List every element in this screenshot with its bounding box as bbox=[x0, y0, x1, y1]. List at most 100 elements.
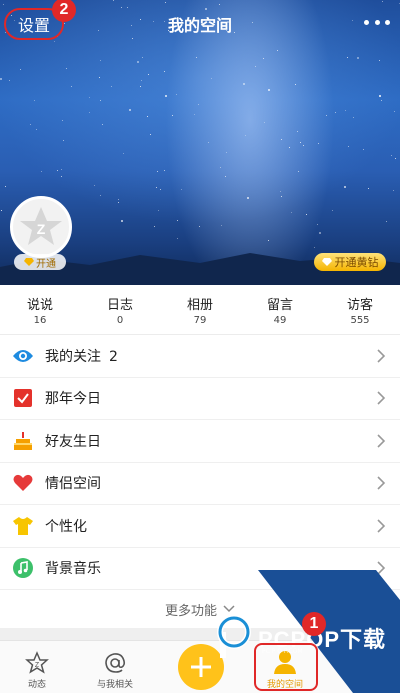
tab-label: 动态 bbox=[27, 680, 46, 690]
star-dot bbox=[347, 57, 348, 58]
tab-related-to-me[interactable]: 与我相关 bbox=[80, 641, 150, 693]
menu-item-friend-birthdays[interactable]: 好友生日 bbox=[0, 420, 400, 463]
dot-icon bbox=[374, 19, 380, 25]
star-dot bbox=[121, 220, 123, 222]
star-dot bbox=[326, 115, 327, 116]
star-dot bbox=[255, 66, 256, 67]
star-dot bbox=[111, 86, 112, 87]
open-vip-button[interactable]: 开通 bbox=[14, 254, 66, 270]
star-dot bbox=[243, 83, 245, 85]
star-dot bbox=[303, 145, 304, 146]
star-dot bbox=[177, 238, 178, 239]
avatar[interactable]: Z bbox=[10, 196, 72, 258]
stat-value: 555 bbox=[350, 314, 370, 326]
stat-messages[interactable]: 留言 49 bbox=[248, 294, 312, 326]
star-dot bbox=[368, 188, 369, 189]
more-features-label: 更多功能 bbox=[164, 603, 217, 619]
star-dot bbox=[158, 210, 159, 211]
star-dot bbox=[102, 124, 103, 125]
star-dot bbox=[291, 212, 292, 213]
star-dot bbox=[57, 170, 58, 171]
star-dot bbox=[123, 153, 124, 154]
star-dot bbox=[379, 60, 380, 61]
star-dot bbox=[113, 0, 114, 1]
star-dot bbox=[395, 158, 396, 159]
star-dot bbox=[297, 131, 298, 132]
star-dot bbox=[264, 122, 265, 123]
chevron-right-icon bbox=[377, 519, 386, 533]
stat-blog[interactable]: 日志 0 bbox=[88, 294, 152, 326]
open-vip-label: 开通 bbox=[36, 258, 56, 270]
open-yellow-diamond-button[interactable]: 开通黄钻 bbox=[314, 253, 386, 271]
star-dot bbox=[357, 57, 359, 59]
star-dot bbox=[157, 171, 158, 172]
star-dot bbox=[281, 196, 282, 197]
menu-item-label: 好友生日 bbox=[45, 433, 101, 450]
star-dot bbox=[141, 80, 142, 81]
menu-item-following[interactable]: 我的关注 2 bbox=[0, 335, 400, 378]
star-dot bbox=[176, 94, 177, 95]
star-dot bbox=[66, 68, 67, 69]
stat-value: 16 bbox=[33, 314, 47, 326]
highlight-frame bbox=[254, 643, 318, 691]
star-dot bbox=[386, 221, 387, 222]
stat-album[interactable]: 相册 79 bbox=[168, 294, 232, 326]
dot-icon bbox=[385, 19, 390, 25]
stat-visitors[interactable]: 访客 555 bbox=[328, 294, 392, 326]
menu-item-couple-space[interactable]: 情侣空间 bbox=[0, 462, 400, 505]
star-dot bbox=[30, 124, 31, 125]
star-dot bbox=[211, 78, 212, 79]
star-dot bbox=[9, 80, 10, 81]
menu-item-on-this-day[interactable]: 那年今日 bbox=[0, 377, 400, 420]
star-dot bbox=[129, 109, 131, 111]
star-dot bbox=[142, 57, 143, 58]
at-sign-icon bbox=[105, 653, 126, 673]
star-dot bbox=[100, 60, 101, 61]
star-dot bbox=[99, 77, 100, 78]
star-dot bbox=[381, 100, 382, 101]
svg-text:Z: Z bbox=[35, 662, 40, 669]
star-dot bbox=[268, 240, 269, 241]
star-dot bbox=[0, 78, 2, 80]
star-dot bbox=[194, 114, 195, 115]
star-dot bbox=[181, 189, 182, 190]
star-dot bbox=[245, 135, 246, 136]
star-dot bbox=[156, 187, 157, 188]
star-dot bbox=[148, 74, 149, 75]
star-dot bbox=[89, 112, 90, 113]
star-dot bbox=[140, 86, 141, 87]
star-dot bbox=[61, 176, 62, 177]
star-dot bbox=[94, 185, 95, 186]
star-dot bbox=[332, 210, 333, 211]
open-yellow-label: 开通黄钻 bbox=[334, 256, 379, 269]
star-dot bbox=[1, 210, 2, 211]
star-dot bbox=[277, 50, 278, 51]
star-dot bbox=[208, 142, 209, 143]
chevron-down-icon bbox=[223, 605, 235, 613]
stat-shuoshuo[interactable]: 说说 16 bbox=[8, 294, 72, 326]
star-dot bbox=[225, 176, 226, 177]
tab-dynamic[interactable]: Z 动态 bbox=[2, 641, 72, 693]
star-dot bbox=[118, 199, 119, 200]
stat-value: 79 bbox=[193, 314, 207, 326]
more-options-button[interactable] bbox=[364, 14, 390, 30]
star-dot bbox=[199, 226, 200, 227]
menu-item-label: 我的关注 2 bbox=[45, 348, 118, 365]
star-dot bbox=[196, 57, 197, 58]
star-dot bbox=[61, 169, 62, 170]
diamond-icon bbox=[24, 258, 34, 266]
star-dot bbox=[118, 202, 119, 203]
birthday-cake-icon bbox=[12, 430, 34, 452]
star-dot bbox=[295, 84, 296, 85]
dot-icon bbox=[364, 19, 369, 25]
default-avatar-icon: Z bbox=[20, 207, 62, 245]
star-dot bbox=[220, 167, 221, 168]
star-dot bbox=[5, 186, 6, 187]
star-dot bbox=[280, 191, 281, 192]
svg-text:Z: Z bbox=[37, 221, 46, 237]
star-dot bbox=[219, 4, 220, 5]
chevron-right-icon bbox=[377, 391, 386, 405]
menu-item-personalize[interactable]: 个性化 bbox=[0, 505, 400, 548]
star-dot bbox=[147, 116, 148, 117]
profile-cover[interactable]: 我的空间 设置 2 Z 开通 开通黄钻 bbox=[0, 0, 400, 285]
